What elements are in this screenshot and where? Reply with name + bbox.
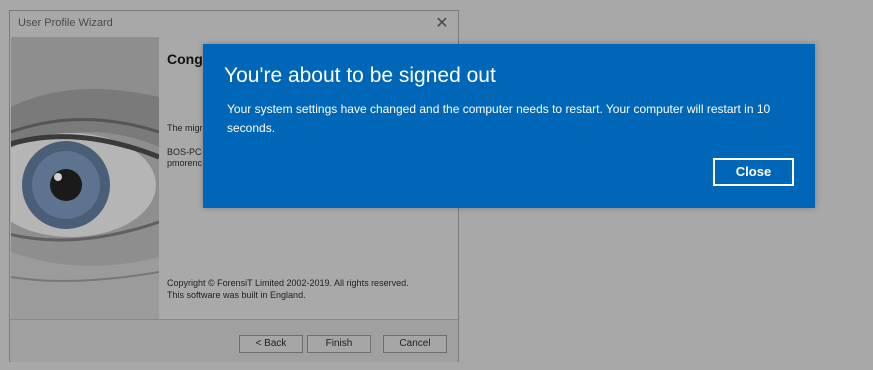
wizard-footer: < Back Finish Cancel: [10, 319, 458, 362]
build-line: This software was built in England.: [167, 290, 306, 300]
notification-title: You're about to be signed out: [224, 64, 496, 87]
wizard-title: User Profile Wizard: [18, 17, 113, 29]
close-icon[interactable]: ✕: [432, 14, 452, 34]
finish-button[interactable]: Finish: [307, 335, 371, 353]
desktop: User Profile Wizard ✕ Cong The migr BOS-…: [0, 0, 873, 370]
computer-name-text: BOS-PC: [167, 147, 202, 157]
migration-text: The migr: [167, 123, 203, 133]
copyright-block: Copyright © ForensiT Limited 2002-2019. …: [167, 277, 409, 301]
notification-message: Your system settings have changed and th…: [227, 102, 771, 135]
copyright-line: Copyright © ForensiT Limited 2002-2019. …: [167, 278, 409, 288]
user-name-text: pmorenc: [167, 158, 203, 168]
signout-notification: You're about to be signed out Your syste…: [203, 44, 815, 208]
wizard-heading: Cong: [167, 51, 203, 67]
eye-banner-image: [11, 37, 159, 319]
cancel-button[interactable]: Cancel: [383, 335, 447, 353]
close-button[interactable]: Close: [713, 158, 794, 186]
back-button[interactable]: < Back: [239, 335, 303, 353]
wizard-titlebar: User Profile Wizard ✕: [10, 11, 458, 37]
